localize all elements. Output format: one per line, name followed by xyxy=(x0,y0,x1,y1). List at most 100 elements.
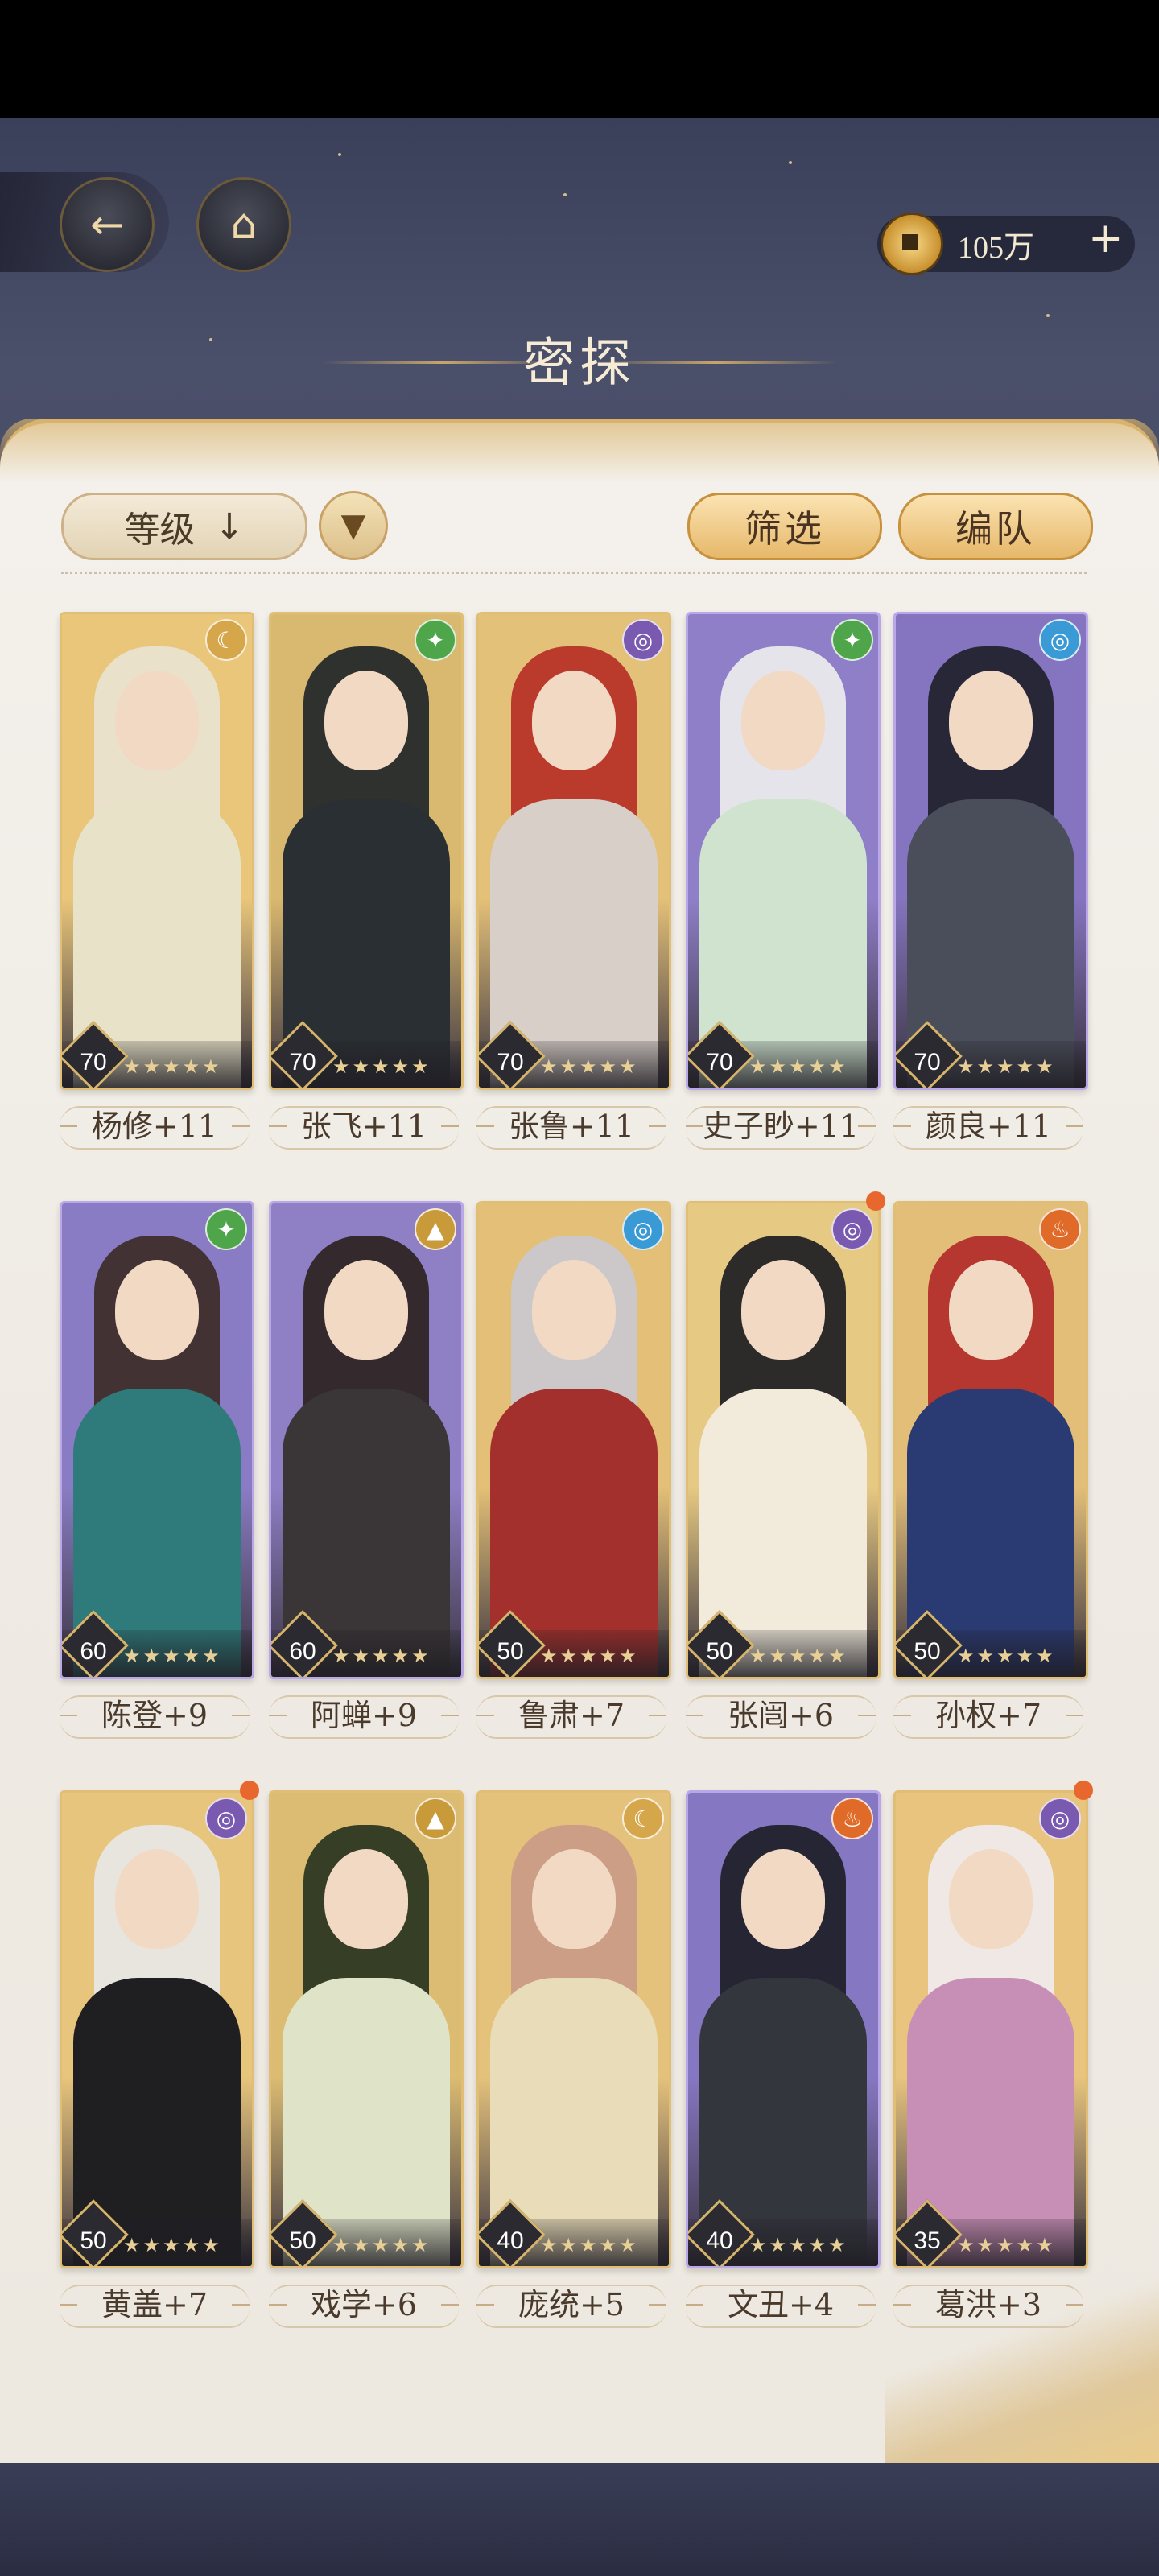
level-value: 40 xyxy=(706,2227,733,2254)
character-card[interactable]: ◎ 50 ★★★★★ xyxy=(476,1201,671,1679)
star-rating: ★★★★★ xyxy=(123,1055,222,1078)
character-card[interactable]: ☾ 70 ★★★★★ xyxy=(60,612,254,1090)
character-face xyxy=(532,1260,616,1360)
star-rating: ★★★★★ xyxy=(749,1645,848,1667)
character-name: 张闿+6 xyxy=(686,1695,876,1736)
level-value: 70 xyxy=(80,1049,107,1075)
character-card[interactable]: ✦ 70 ★★★★★ xyxy=(269,612,464,1090)
level-value: 50 xyxy=(914,1638,941,1665)
character-card[interactable]: ♨ 40 ★★★★★ xyxy=(686,1790,881,2268)
character-face xyxy=(741,1849,825,1949)
element-leaf-icon: ✦ xyxy=(415,619,456,661)
character-name: 戏学+6 xyxy=(269,2285,459,2325)
character-name: 史子眇+11 xyxy=(686,1106,876,1146)
element-moon-icon: ☾ xyxy=(205,619,247,661)
character-card[interactable]: ▲ 60 ★★★★★ xyxy=(269,1201,464,1679)
star-rating: ★★★★★ xyxy=(749,2234,848,2256)
notification-dot xyxy=(1074,1781,1093,1800)
sort-arrow-icon: ↓ xyxy=(214,506,245,547)
character-card[interactable]: ◎ 70 ★★★★★ xyxy=(893,612,1088,1090)
sort-label: 等级 xyxy=(124,510,196,551)
character-name: 葛洪+3 xyxy=(893,2285,1083,2325)
character-name: 张鲁+11 xyxy=(476,1106,666,1146)
character-name: 杨修+11 xyxy=(60,1106,250,1146)
level-value: 50 xyxy=(497,1638,524,1665)
character-face xyxy=(115,1849,199,1949)
notification-dot xyxy=(866,1191,885,1211)
element-swirl-purple-icon: ◎ xyxy=(205,1798,247,1839)
character-face xyxy=(949,1260,1033,1360)
character-face xyxy=(115,671,199,770)
level-value: 50 xyxy=(80,2227,107,2254)
character-name: 黄盖+7 xyxy=(60,2285,250,2325)
character-card[interactable]: ✦ 70 ★★★★★ xyxy=(686,612,881,1090)
level-value: 70 xyxy=(497,1049,524,1075)
panel-gold-trim xyxy=(0,419,1159,483)
character-face xyxy=(324,671,408,770)
star-rating: ★★★★★ xyxy=(123,2234,222,2256)
character-name: 张飞+11 xyxy=(269,1106,459,1146)
character-name: 孙权+7 xyxy=(893,1695,1083,1736)
status-bar xyxy=(0,0,1159,118)
element-mountain-icon: ▲ xyxy=(415,1208,456,1250)
character-card[interactable]: ◎ 35 ★★★★★ xyxy=(893,1790,1088,2268)
star-rating: ★★★★★ xyxy=(332,2234,431,2256)
star-rating: ★★★★★ xyxy=(957,1645,1056,1667)
level-value: 70 xyxy=(289,1049,316,1075)
level-value: 70 xyxy=(706,1049,733,1075)
character-face xyxy=(741,1260,825,1360)
element-water-icon: ◎ xyxy=(1039,619,1081,661)
back-arrow-icon: ← xyxy=(90,201,124,248)
level-value: 60 xyxy=(80,1638,107,1665)
character-name: 阿蝉+9 xyxy=(269,1695,459,1736)
character-face xyxy=(741,671,825,770)
character-face xyxy=(532,671,616,770)
sparkle xyxy=(563,193,567,196)
sort-button[interactable]: 等级 ↓ xyxy=(61,493,307,560)
add-currency-button[interactable]: + xyxy=(1088,216,1124,261)
bottom-background xyxy=(0,2463,1159,2576)
character-card[interactable]: ☾ 40 ★★★★★ xyxy=(476,1790,671,2268)
notification-dot xyxy=(240,1781,259,1800)
pavilion-button[interactable]: ⌂ xyxy=(196,177,291,272)
star-rating: ★★★★★ xyxy=(540,2234,639,2256)
character-card[interactable]: ♨ 50 ★★★★★ xyxy=(893,1201,1088,1679)
character-card[interactable]: ✦ 60 ★★★★★ xyxy=(60,1201,254,1679)
character-card[interactable]: ▲ 50 ★★★★★ xyxy=(269,1790,464,2268)
character-face xyxy=(532,1849,616,1949)
element-swirl-purple-icon: ◎ xyxy=(1039,1798,1081,1839)
coin-icon xyxy=(881,213,943,275)
filter-button[interactable]: 筛选 xyxy=(687,493,882,560)
sort-direction-button[interactable]: ▼ xyxy=(319,491,388,560)
level-value: 70 xyxy=(914,1049,941,1075)
toolbar-divider xyxy=(61,572,1087,574)
character-name: 文丑+4 xyxy=(686,2285,876,2325)
level-value: 35 xyxy=(914,2227,941,2254)
element-moon-icon: ☾ xyxy=(622,1798,664,1839)
star-rating: ★★★★★ xyxy=(749,1055,848,1078)
star-rating: ★★★★★ xyxy=(332,1645,431,1667)
character-face xyxy=(324,1260,408,1360)
character-name: 庞统+5 xyxy=(476,2285,666,2325)
sparkle xyxy=(338,153,341,156)
character-face xyxy=(949,671,1033,770)
character-card[interactable]: ◎ 70 ★★★★★ xyxy=(476,612,671,1090)
back-button[interactable]: ← xyxy=(60,177,155,272)
character-card[interactable]: ◎ 50 ★★★★★ xyxy=(60,1790,254,2268)
element-fire-icon: ♨ xyxy=(831,1798,873,1839)
character-name: 陈登+9 xyxy=(60,1695,250,1736)
level-value: 40 xyxy=(497,2227,524,2254)
dropdown-icon: ▼ xyxy=(340,507,366,544)
star-rating: ★★★★★ xyxy=(957,1055,1056,1078)
team-button[interactable]: 编队 xyxy=(898,493,1093,560)
star-rating: ★★★★★ xyxy=(332,1055,431,1078)
element-leaf-icon: ✦ xyxy=(831,619,873,661)
level-value: 50 xyxy=(289,2227,316,2254)
star-rating: ★★★★★ xyxy=(957,2234,1056,2256)
element-mountain-icon: ▲ xyxy=(415,1798,456,1839)
element-leaf-icon: ✦ xyxy=(205,1208,247,1250)
character-card[interactable]: ◎ 50 ★★★★★ xyxy=(686,1201,881,1679)
level-value: 50 xyxy=(706,1638,733,1665)
character-name: 鲁肃+7 xyxy=(476,1695,666,1736)
character-face xyxy=(115,1260,199,1360)
